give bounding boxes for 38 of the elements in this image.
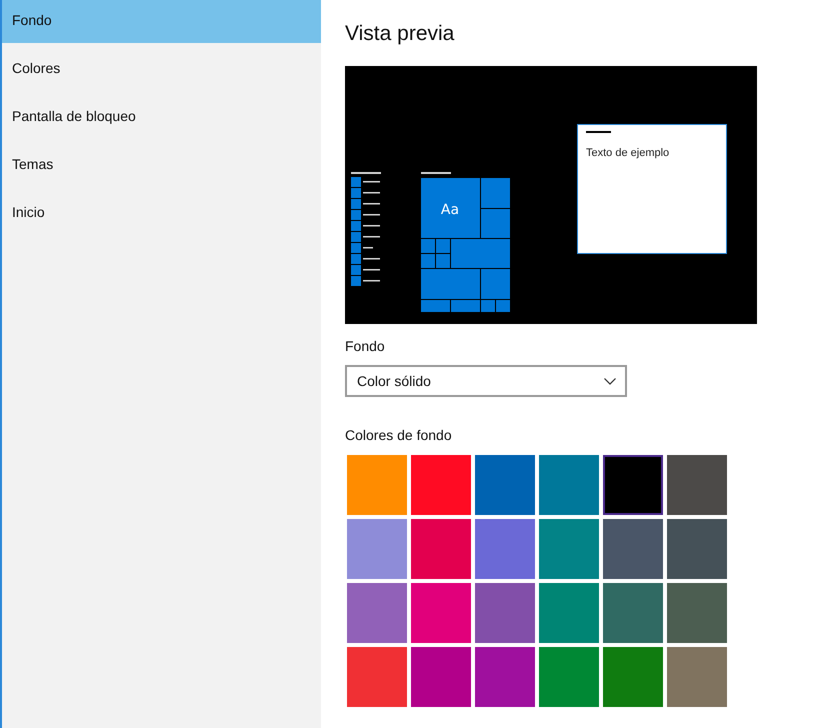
color-swatch[interactable] — [667, 519, 727, 579]
color-swatch[interactable] — [667, 583, 727, 643]
color-swatch[interactable] — [539, 455, 599, 515]
color-swatch[interactable] — [347, 519, 407, 579]
nav-item[interactable]: Inicio — [2, 192, 321, 240]
field-label: Fondo — [345, 337, 386, 356]
color-swatch[interactable] — [539, 583, 599, 643]
color-swatch[interactable] — [667, 455, 727, 515]
color-swatch[interactable] — [603, 519, 663, 579]
color-swatch[interactable] — [475, 455, 535, 515]
nav-item[interactable]: Pantalla de bloqueo — [2, 96, 321, 144]
field-label: Colores de fondo — [345, 426, 453, 445]
section-title: Vista previa — [345, 21, 456, 47]
color-swatch[interactable] — [475, 583, 535, 643]
nav-item[interactable]: Fondo — [2, 0, 321, 43]
tile-text: Aa — [440, 202, 460, 218]
color-swatch[interactable] — [539, 647, 599, 707]
color-swatch[interactable] — [411, 519, 471, 579]
title-bar-line — [586, 131, 611, 133]
nav-item[interactable]: Colores — [2, 48, 321, 96]
color-swatch[interactable] — [411, 455, 471, 515]
color-swatch[interactable] — [603, 455, 663, 515]
color-swatch[interactable] — [539, 519, 599, 579]
color-swatch[interactable] — [475, 647, 535, 707]
nav-item[interactable]: Temas — [2, 144, 321, 192]
color-swatch[interactable] — [603, 583, 663, 643]
sample-text: Texto de ejemplo — [586, 147, 670, 159]
color-swatch[interactable] — [411, 647, 471, 707]
color-swatch[interactable] — [667, 647, 727, 707]
color-swatch[interactable] — [347, 455, 407, 515]
color-swatch[interactable] — [347, 647, 407, 707]
background-dropdown[interactable]: Color sólido — [345, 365, 627, 397]
color-swatch[interactable] — [603, 647, 663, 707]
chevron-down-icon — [604, 378, 616, 384]
color-swatch[interactable] — [475, 519, 535, 579]
color-swatch[interactable] — [411, 583, 471, 643]
dropdown-value: Color sólido — [357, 373, 431, 389]
color-swatch[interactable] — [347, 583, 407, 643]
